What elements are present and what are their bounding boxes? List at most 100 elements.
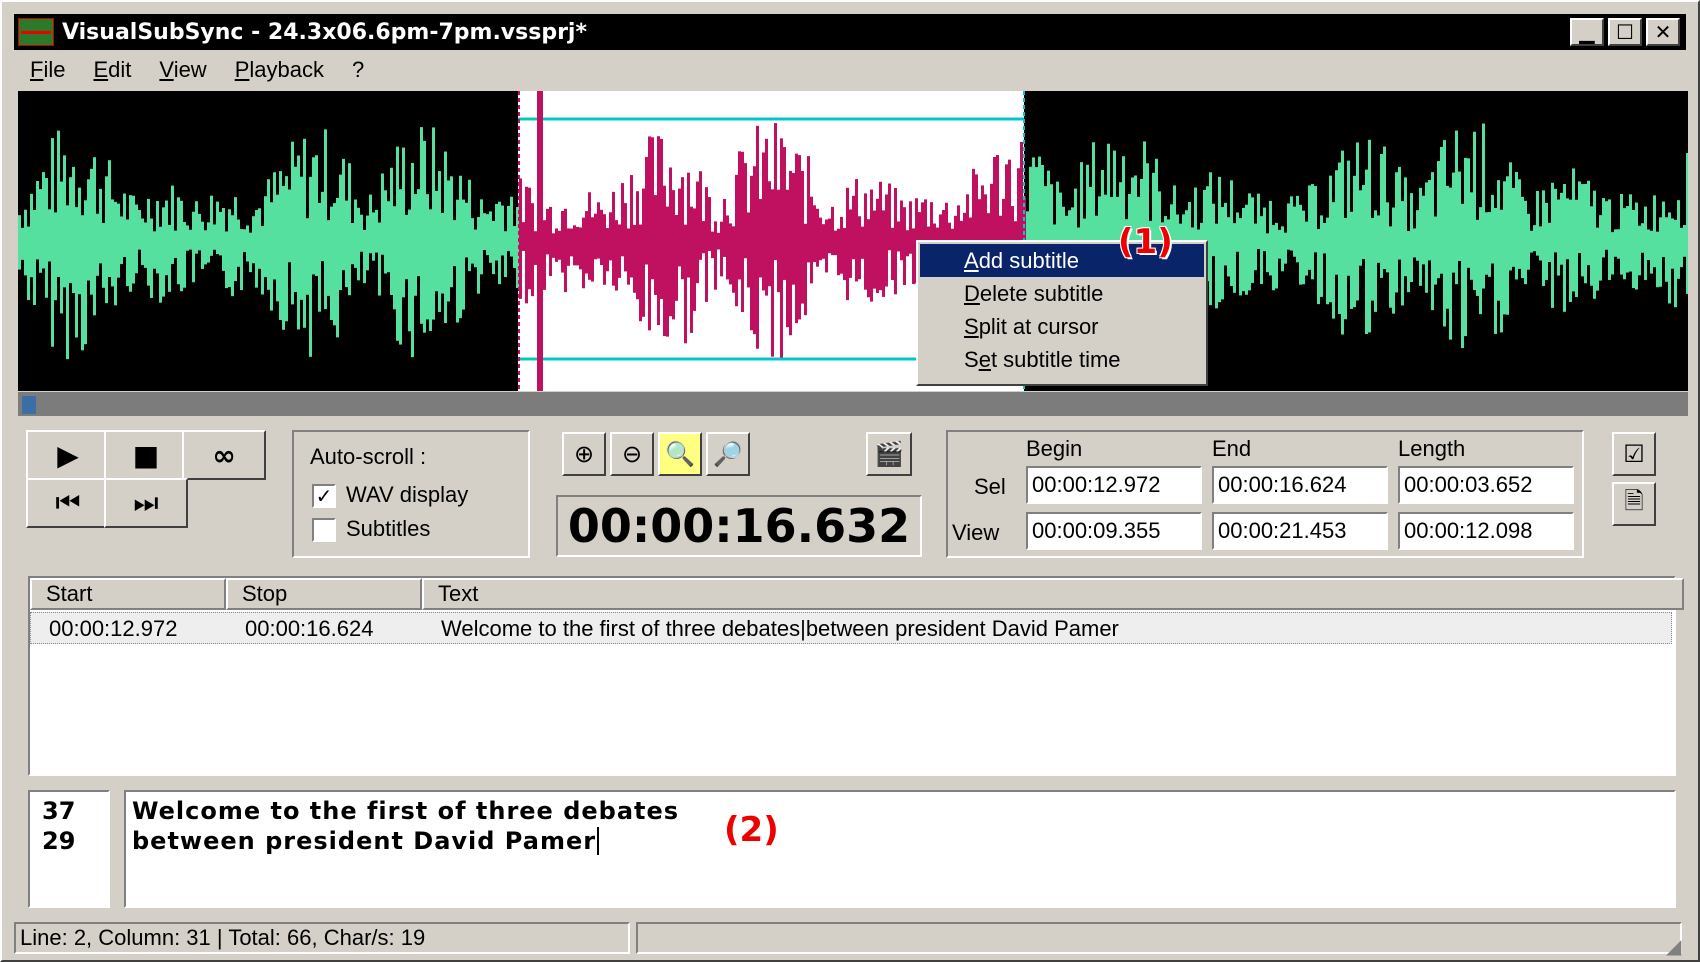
column-header-stop[interactable]: Stop [226, 578, 422, 610]
zoom-out-button[interactable]: ⊖ [610, 432, 654, 476]
wave-sample [87, 179, 90, 281]
wave-sample [1575, 199, 1578, 298]
wave-sample [744, 163, 747, 259]
subtitles-option[interactable]: Subtitles [312, 516, 430, 543]
wave-sample [1506, 176, 1509, 315]
wave-sample [480, 199, 483, 275]
stop-button[interactable]: ■ [104, 430, 188, 480]
wave-sample [582, 217, 585, 289]
resize-grip-icon[interactable]: ◢ [1666, 934, 1681, 959]
wave-sample [414, 194, 417, 296]
wave-sample [189, 229, 192, 250]
wav-display-checkbox[interactable]: ✓ [312, 484, 336, 509]
wave-sample [873, 210, 876, 289]
waveform-scroll-thumb[interactable] [22, 396, 36, 414]
menu-file[interactable]: File [16, 57, 79, 83]
wave-sample [558, 230, 561, 260]
waveform-graphic[interactable] [18, 91, 1688, 391]
menu-playback[interactable]: Playback [221, 57, 338, 83]
wave-sample [312, 157, 315, 275]
loop-button[interactable]: ∞ [182, 430, 266, 480]
wave-sample [801, 171, 804, 304]
wave-sample [1440, 146, 1443, 274]
wave-sample [384, 190, 387, 274]
sel-begin-field[interactable]: 00:00:12.972 [1026, 466, 1202, 504]
check-button[interactable]: ☑ [1612, 432, 1656, 476]
wave-sample [573, 225, 576, 266]
wave-sample [303, 138, 306, 328]
wave-sample [852, 195, 855, 260]
subtitles-checkbox[interactable] [312, 518, 336, 543]
wave-sample [51, 138, 54, 347]
wave-sample [1386, 202, 1389, 273]
zoom-in-button[interactable]: ⊕ [562, 432, 606, 476]
table-row[interactable]: 00:00:12.972 00:00:16.624 Welcome to the… [30, 612, 1672, 644]
menu-help[interactable]: ? [338, 57, 378, 83]
view-length-field[interactable]: 00:00:12.098 [1398, 512, 1574, 550]
wave-sample [474, 229, 477, 268]
wave-sample [192, 211, 195, 283]
waveform-display[interactable] [18, 91, 1688, 391]
wave-sample [798, 155, 801, 320]
subtitle-text-editor[interactable]: Welcome to the first of three debates be… [124, 790, 1676, 908]
wave-sample [306, 218, 309, 295]
column-header-start[interactable]: Start [30, 578, 226, 610]
wave-sample [93, 157, 96, 316]
wave-sample [831, 206, 834, 256]
minimize-button[interactable]: ▁ [1570, 18, 1604, 46]
wave-sample [1602, 198, 1605, 258]
wave-sample [699, 171, 702, 260]
view-end-field[interactable]: 00:00:21.453 [1212, 512, 1388, 550]
wave-sample [1263, 207, 1266, 252]
wave-sample [1656, 231, 1659, 288]
wave-sample [621, 183, 624, 257]
wave-sample [123, 193, 126, 258]
maximize-button[interactable]: ☐ [1608, 18, 1642, 46]
wave-sample [369, 194, 372, 254]
sel-end-field[interactable]: 00:00:16.624 [1212, 466, 1388, 504]
sel-length-field[interactable]: 00:00:03.652 [1398, 466, 1574, 504]
wave-sample [273, 172, 276, 280]
next-button[interactable]: ⏭ [104, 478, 188, 528]
wav-display-option[interactable]: ✓ WAV display [312, 482, 468, 509]
zoom-all-button[interactable]: 🔎 [706, 432, 750, 476]
wave-sample [453, 220, 456, 267]
menu-view[interactable]: View [145, 57, 220, 83]
wave-sample [423, 140, 426, 333]
zoom-in-icon: ⊕ [573, 440, 595, 468]
waveform-scrollbar[interactable] [18, 392, 1688, 416]
wave-sample [174, 230, 177, 258]
wave-sample [1395, 172, 1398, 293]
wave-sample [528, 187, 531, 290]
subtitle-list[interactable]: Start Stop Text 00:00:12.972 00:00:16.62… [28, 576, 1684, 776]
wave-sample [1347, 160, 1350, 276]
wave-sample [1275, 222, 1278, 289]
menu-split-at-cursor[interactable]: Split at cursor [920, 310, 1204, 343]
app-icon[interactable] [18, 18, 54, 46]
end-header: End [1212, 436, 1252, 461]
document-button[interactable]: 🗎 [1612, 482, 1656, 526]
view-begin-field[interactable]: 00:00:09.355 [1026, 512, 1202, 550]
menu-edit[interactable]: Edit [79, 57, 145, 83]
previous-button[interactable]: ⏮ [26, 478, 110, 528]
wave-sample [486, 214, 489, 256]
wave-sample [1476, 219, 1479, 296]
wave-sample [360, 214, 363, 252]
wave-sample [1338, 162, 1341, 314]
wave-sample [714, 221, 717, 290]
wave-sample [903, 207, 906, 286]
wave-sample [54, 212, 57, 301]
menu-delete-subtitle[interactable]: Delete subtitle [920, 277, 1204, 310]
close-button[interactable]: ✕ [1646, 18, 1680, 46]
title-bar[interactable]: VisualSubSync - 24.3x06.6pm-7pm.vssprj* … [14, 14, 1686, 50]
menu-set-subtitle-time[interactable]: Set subtitle time [920, 343, 1204, 376]
wave-sample [1539, 226, 1542, 261]
wave-sample [681, 177, 684, 280]
wave-sample [1680, 227, 1683, 268]
play-button[interactable]: ▶ [26, 430, 110, 480]
wave-sample [522, 222, 525, 251]
wave-sample [1587, 180, 1590, 266]
zoom-selection-button[interactable]: 🔍 [658, 432, 702, 476]
video-button[interactable]: 🎬 [866, 432, 912, 476]
column-header-text[interactable]: Text [422, 578, 1684, 610]
